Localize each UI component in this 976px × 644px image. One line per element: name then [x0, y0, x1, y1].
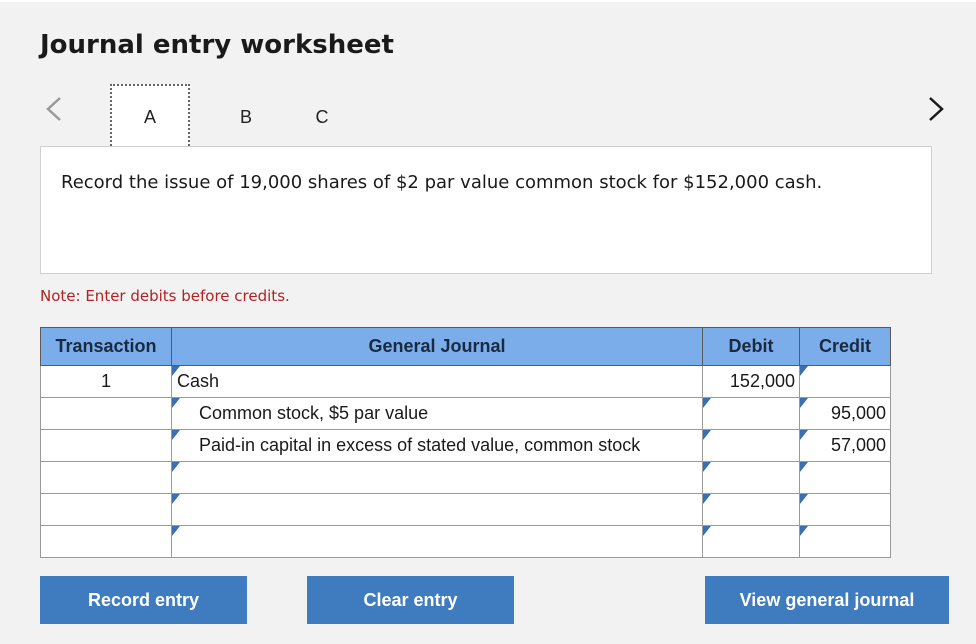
table-row — [40, 461, 891, 494]
account-select[interactable] — [171, 525, 703, 558]
transaction-cell — [40, 493, 172, 526]
clear-entry-button[interactable]: Clear entry — [307, 576, 514, 624]
debit-input[interactable] — [702, 429, 800, 462]
tab-label: B — [239, 106, 252, 127]
record-entry-button[interactable]: Record entry — [40, 576, 247, 624]
transaction-cell — [40, 461, 172, 494]
description-text: Record the issue of 19,000 shares of $2 … — [61, 172, 823, 193]
tab-c[interactable]: C — [282, 84, 362, 150]
credit-input[interactable]: 95,000 — [799, 397, 891, 430]
account-select[interactable]: Cash — [171, 365, 703, 398]
transaction-cell: 1 — [40, 365, 172, 398]
transaction-cell — [40, 525, 172, 558]
account-select[interactable] — [171, 493, 703, 526]
table-row: Common stock, $5 par value 95,000 — [40, 397, 891, 430]
account-select[interactable] — [171, 461, 703, 494]
header-general-journal: General Journal — [171, 327, 703, 366]
debit-input[interactable] — [702, 493, 800, 526]
account-value: Cash — [177, 371, 220, 391]
credit-value: 95,000 — [830, 403, 886, 423]
debit-input[interactable] — [702, 461, 800, 494]
view-general-journal-button[interactable]: View general journal — [705, 576, 949, 624]
account-select[interactable]: Paid-in capital in excess of stated valu… — [171, 429, 703, 462]
debit-input[interactable] — [702, 525, 800, 558]
credit-input[interactable]: 57,000 — [799, 429, 891, 462]
top-divider — [0, 0, 976, 2]
credit-input[interactable] — [799, 461, 891, 494]
debit-input[interactable] — [702, 397, 800, 430]
table-header-row: Transaction General Journal Debit Credit — [40, 327, 891, 366]
chevron-left-icon[interactable] — [42, 94, 66, 124]
account-select[interactable]: Common stock, $5 par value — [171, 397, 703, 430]
note-text: Note: Enter debits before credits. — [40, 287, 290, 305]
table-row — [40, 525, 891, 558]
transaction-cell — [40, 397, 172, 430]
table-row: 1 Cash 152,000 — [40, 365, 891, 398]
tab-label: A — [143, 106, 156, 127]
journal-table: Transaction General Journal Debit Credit… — [40, 327, 891, 558]
description-box: Record the issue of 19,000 shares of $2 … — [40, 146, 932, 274]
header-credit: Credit — [799, 327, 891, 366]
debit-input[interactable]: 152,000 — [702, 365, 800, 398]
tab-b[interactable]: B — [206, 84, 286, 150]
credit-input[interactable] — [799, 525, 891, 558]
transaction-cell — [40, 429, 172, 462]
table-row — [40, 493, 891, 526]
table-row: Paid-in capital in excess of stated valu… — [40, 429, 891, 462]
chevron-right-icon[interactable] — [924, 94, 948, 124]
credit-input[interactable] — [799, 493, 891, 526]
page-title: Journal entry worksheet — [40, 30, 394, 60]
account-value: Paid-in capital in excess of stated valu… — [199, 435, 641, 455]
credit-value: 57,000 — [830, 435, 886, 455]
tab-label: C — [315, 106, 329, 127]
header-transaction: Transaction — [40, 327, 172, 366]
debit-value: 152,000 — [729, 371, 795, 391]
credit-input[interactable] — [799, 365, 891, 398]
account-value: Common stock, $5 par value — [199, 403, 429, 423]
header-debit: Debit — [702, 327, 800, 366]
tab-a[interactable]: A — [110, 84, 190, 150]
